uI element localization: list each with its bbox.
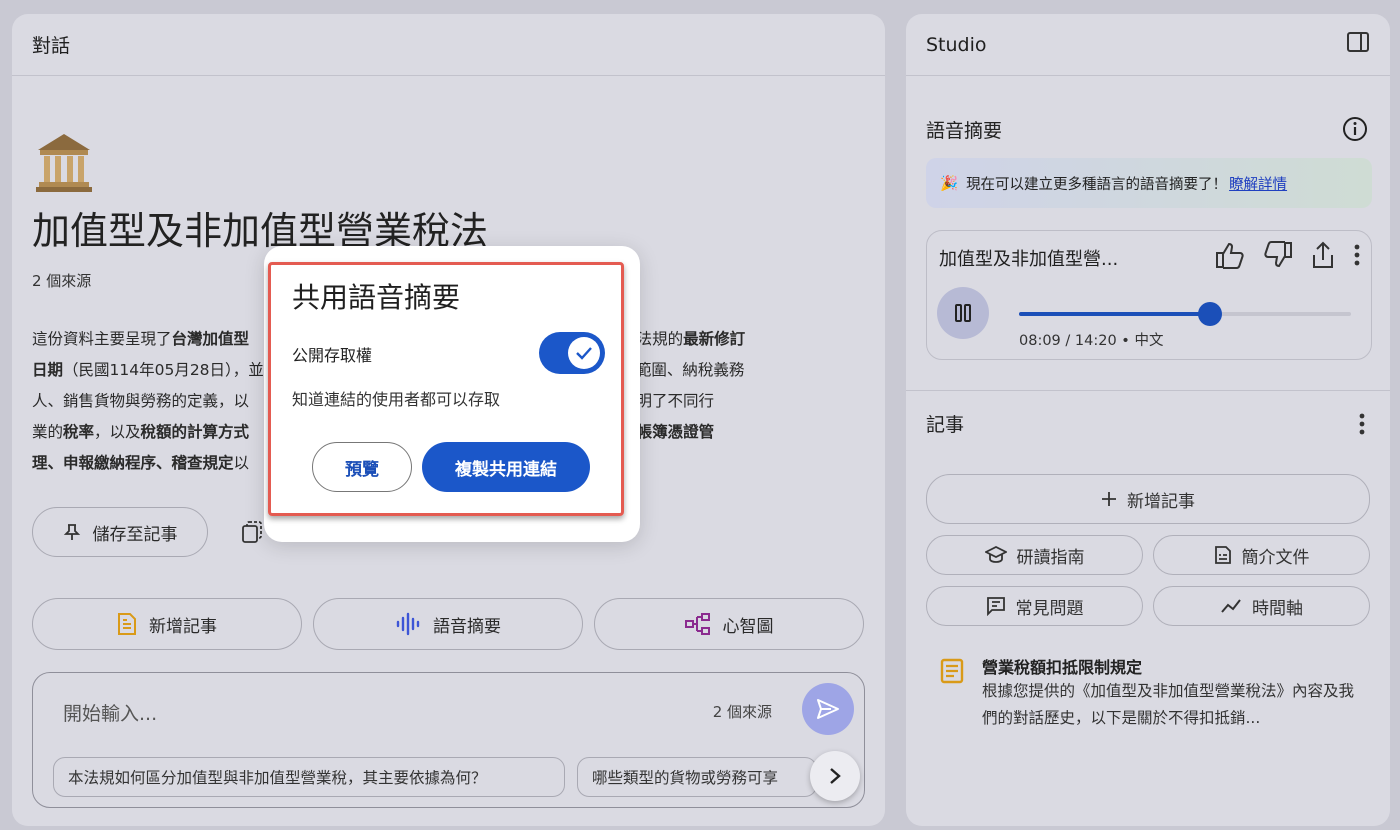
party-icon: 🎉 (940, 175, 959, 192)
audio-overview-button[interactable]: 語音摘要 (313, 598, 583, 650)
pause-button[interactable] (937, 287, 989, 339)
timeline-button[interactable]: 時間軸 (1153, 586, 1370, 626)
copy-icon[interactable] (242, 520, 262, 544)
notes-section-title: 記事 (926, 414, 965, 436)
dialog-title: 共用語音摘要 (292, 281, 461, 314)
send-button[interactable] (802, 683, 854, 735)
add-note-button[interactable]: 新增記事 (32, 598, 302, 650)
suggestion-chip-1-label: 本法規如何區分加值型與非加值型營業稅，其主要依據為何？ (68, 769, 487, 787)
audio-progress-thumb[interactable] (1197, 302, 1222, 326)
summary-bold-text: 台灣加值型 (171, 330, 250, 348)
info-icon[interactable] (1342, 116, 1368, 146)
mind-map-button[interactable]: 心智圖 (594, 598, 864, 650)
send-icon (817, 699, 839, 719)
study-guide-label: 研讀指南 (1016, 547, 1085, 568)
banner-text: 現在可以建立更多種語言的語音摘要了！ (966, 176, 1228, 193)
copy-share-link-button[interactable]: 複製共用連結 (422, 442, 590, 492)
public-access-toggle[interactable] (539, 332, 605, 374)
faq-icon (986, 596, 1006, 616)
language-banner: 🎉 現在可以建立更多種語言的語音摘要了！ 瞭解詳情 (926, 158, 1372, 208)
composer-source-count: 2 個來源 (712, 703, 772, 721)
chat-header: 對話 (12, 14, 885, 76)
faq-label: 常見問題 (1015, 598, 1084, 619)
mind-map-label: 心智圖 (722, 616, 774, 637)
learn-more-link[interactable]: 瞭解詳情 (1229, 173, 1287, 194)
study-guide-button[interactable]: 研讀指南 (926, 535, 1143, 575)
notes-more-icon[interactable] (1358, 412, 1366, 440)
summary-bold-text: 稅率 (63, 423, 95, 441)
collapse-panel-icon[interactable] (1346, 31, 1370, 58)
add-note-label: 新增記事 (149, 616, 217, 637)
summary-text: 這份資料主要呈現了 (32, 330, 172, 348)
waveform-icon (395, 612, 421, 636)
note-preview: 根據您提供的《加值型及非加值型營業稅法》內容及我們的對話歷史，以下是關於不得扣抵… (982, 682, 1355, 727)
chat-input[interactable]: 開始輸入... (63, 699, 157, 726)
plus-icon (1101, 491, 1117, 507)
audio-title: 加值型及非加值型營... (939, 249, 1119, 270)
studio-add-note-button[interactable]: 新增記事 (926, 474, 1370, 524)
studio-panel: Studio 語音摘要 🎉 現在可以建立更多種語言的語音摘要了！ 瞭解詳情 加值… (906, 14, 1390, 826)
audio-section-title: 語音摘要 (926, 120, 1003, 142)
source-count: 2 個來源 (32, 272, 92, 290)
studio-add-note-label: 新增記事 (1127, 491, 1195, 512)
timeline-icon (1220, 598, 1242, 614)
preview-button[interactable]: 預覽 (312, 442, 412, 492)
check-icon (576, 347, 592, 360)
chevron-right-icon (830, 768, 841, 784)
summary-bold-text: 最新修訂 (683, 330, 746, 348)
audio-progress-fill (1019, 312, 1210, 316)
briefing-doc-button[interactable]: 簡介文件 (1153, 535, 1370, 575)
next-suggestions-button[interactable] (810, 751, 860, 801)
summary-text: 業的 (32, 423, 64, 441)
summary-text: ，以及 (94, 423, 141, 441)
share-audio-dialog: 共用語音摘要 公開存取權 知道連結的使用者都可以存取 預覽 複製共用連結 (264, 246, 640, 542)
more-vert-icon[interactable] (1353, 243, 1361, 271)
note-document-icon (940, 658, 964, 688)
note-title: 營業稅額扣抵限制規定 (982, 658, 1143, 677)
summary-text: 以 (233, 454, 250, 472)
summary-bold-text: 理、申報繳納程序、稽查規定 (32, 454, 234, 472)
audio-time: 08:09 / 14:20 • 中文 (1019, 333, 1164, 349)
suggestion-chip-2-label: 哪些類型的貨物或勞務可享 (592, 769, 779, 787)
studio-header: Studio (906, 14, 1390, 76)
thumbs-down-icon[interactable] (1263, 241, 1293, 273)
audio-card: 加值型及非加值型營... 08:09 / 14:20 • 中文 (926, 230, 1372, 360)
summary-bold-text: 日期 (32, 361, 64, 379)
studio-header-title: Studio (926, 33, 987, 56)
summary-text: 人、銷售貨物與勞務的定義，以 (32, 392, 250, 410)
chat-header-title: 對話 (32, 35, 71, 57)
public-access-description: 知道連結的使用者都可以存取 (292, 390, 501, 409)
pause-icon (955, 304, 971, 322)
save-to-note-label: 儲存至記事 (92, 524, 178, 545)
audio-progress-slider[interactable] (1019, 302, 1351, 326)
courthouse-icon (36, 134, 92, 192)
faq-button[interactable]: 常見問題 (926, 586, 1143, 626)
summary-bold-text: 稅額的計算方式 (140, 423, 250, 441)
timeline-label: 時間軸 (1252, 598, 1303, 619)
composer: 開始輸入... 2 個來源 本法規如何區分加值型與非加值型營業稅，其主要依據為何… (32, 672, 865, 808)
mind-map-icon (684, 613, 711, 635)
suggestion-chip-1[interactable]: 本法規如何區分加值型與非加值型營業稅，其主要依據為何？ (53, 757, 565, 797)
briefing-doc-label: 簡介文件 (1241, 547, 1310, 568)
thumbs-up-icon[interactable] (1215, 241, 1245, 273)
document-icon (117, 612, 137, 636)
section-divider (906, 390, 1390, 391)
share-icon[interactable] (1311, 241, 1335, 273)
pin-icon (63, 523, 81, 541)
audio-overview-label: 語音摘要 (433, 616, 501, 637)
public-access-label: 公開存取權 (292, 346, 373, 365)
briefing-doc-icon (1214, 545, 1232, 565)
graduation-cap-icon (984, 546, 1007, 564)
save-to-note-button[interactable]: 儲存至記事 (32, 507, 208, 557)
toggle-knob (568, 337, 600, 369)
summary-text: （民國114年05月28日），並 (63, 361, 264, 379)
suggestion-chip-2[interactable]: 哪些類型的貨物或勞務可享 (577, 757, 817, 797)
